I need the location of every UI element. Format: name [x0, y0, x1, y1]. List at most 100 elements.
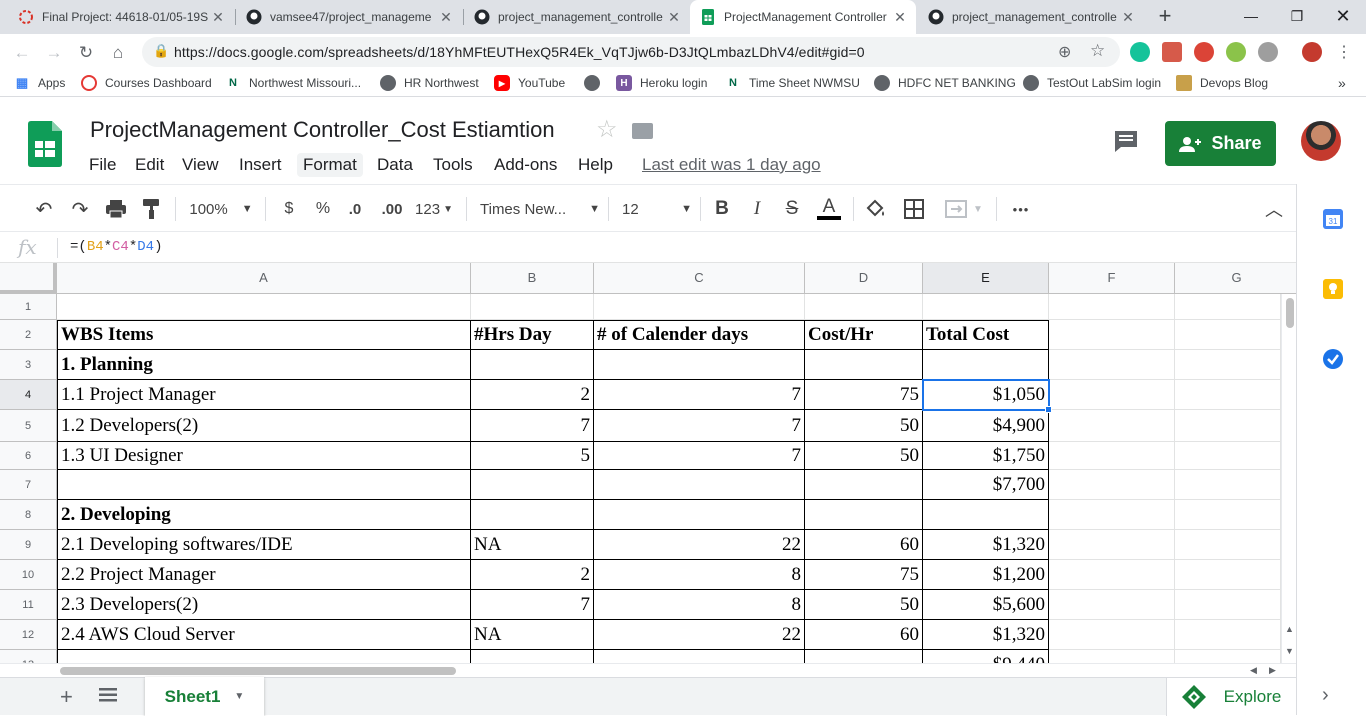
column-header-b[interactable]: B: [471, 263, 594, 293]
chevron-up-icon[interactable]: ︿: [1262, 197, 1286, 221]
cell-d10[interactable]: 75: [805, 560, 923, 590]
select-all-corner[interactable]: [0, 263, 57, 294]
cell-b12[interactable]: NA: [471, 620, 594, 650]
row-header[interactable]: 4: [0, 380, 57, 410]
back-arrow-icon[interactable]: ←: [8, 39, 36, 67]
cell-b2[interactable]: #Hrs Day: [471, 320, 594, 350]
cell-d7[interactable]: [805, 470, 923, 500]
cell-a9[interactable]: 2.1 Developing softwares/IDE: [57, 530, 471, 560]
explore-button[interactable]: Explore: [1166, 678, 1296, 716]
scroll-left-arrow-icon[interactable]: ◀: [1250, 665, 1257, 676]
row-header[interactable]: 2: [0, 320, 57, 350]
comment-icon[interactable]: [1113, 129, 1139, 152]
cell-d12[interactable]: 60: [805, 620, 923, 650]
bookmark-testout[interactable]: TestOut LabSim login: [1023, 75, 1161, 91]
cell-a7[interactable]: [57, 470, 471, 500]
cell-a1[interactable]: [57, 294, 471, 320]
close-tab-icon[interactable]: ✕: [664, 9, 684, 26]
increase-decimal-button[interactable]: .00: [378, 197, 406, 221]
cell-a12[interactable]: 2.4 AWS Cloud Server: [57, 620, 471, 650]
close-tab-icon[interactable]: ✕: [208, 9, 228, 26]
scroll-down-arrow-icon[interactable]: ▼: [1285, 646, 1294, 656]
cell-e6[interactable]: $1,750: [923, 442, 1049, 470]
close-window-button[interactable]: ✕: [1320, 0, 1366, 32]
bold-button[interactable]: B: [711, 197, 733, 221]
undo-icon[interactable]: ↶: [32, 197, 56, 221]
cell-f4[interactable]: [1049, 380, 1175, 410]
cell-d1[interactable]: [805, 294, 923, 320]
bookmark-star-icon[interactable]: ☆: [1090, 41, 1105, 61]
last-edit-link[interactable]: Last edit was 1 day ago: [642, 155, 821, 175]
cell-b11[interactable]: 7: [471, 590, 594, 620]
menu-format[interactable]: Format: [297, 153, 363, 177]
cell-f3[interactable]: [1049, 350, 1175, 380]
home-icon[interactable]: ⌂: [104, 39, 132, 67]
browser-tab-github-controller[interactable]: project_management_controlle ✕: [464, 0, 690, 34]
bookmark-northwest-missouri[interactable]: N Northwest Missouri...: [225, 75, 361, 91]
fill-handle[interactable]: [1045, 406, 1052, 413]
row-header[interactable]: 1: [0, 294, 57, 320]
cell-b4[interactable]: 2: [471, 380, 594, 410]
cell-g5[interactable]: [1175, 410, 1281, 442]
cell-e8[interactable]: [923, 500, 1049, 530]
column-header-e[interactable]: E: [923, 263, 1049, 293]
menu-edit[interactable]: Edit: [129, 153, 170, 177]
cell-g1[interactable]: [1175, 294, 1281, 320]
menu-data[interactable]: Data: [371, 153, 419, 177]
spreadsheet-grid[interactable]: A B C D E F G 1 2 WBS Items #Hrs Day # of Ca…: [0, 263, 1296, 663]
cell-b9[interactable]: NA: [471, 530, 594, 560]
forward-arrow-icon[interactable]: →: [40, 39, 68, 67]
cell-f7[interactable]: [1049, 470, 1175, 500]
column-header-g[interactable]: G: [1175, 263, 1296, 293]
cell-c13[interactable]: [594, 650, 805, 663]
cell-e9[interactable]: $1,320: [923, 530, 1049, 560]
cell-e13[interactable]: $9,440: [923, 650, 1049, 663]
keep-icon[interactable]: [1323, 279, 1343, 299]
borders-icon[interactable]: [902, 197, 926, 221]
cell-g12[interactable]: [1175, 620, 1281, 650]
close-tab-icon[interactable]: ✕: [436, 9, 456, 26]
row-header[interactable]: 11: [0, 590, 57, 620]
cell-d2[interactable]: Cost/Hr: [805, 320, 923, 350]
cell-d6[interactable]: 50: [805, 442, 923, 470]
menu-tools[interactable]: Tools: [427, 153, 479, 177]
cell-b3[interactable]: [471, 350, 594, 380]
more-formats-button[interactable]: 123 ▼: [412, 197, 456, 221]
cell-e3[interactable]: [923, 350, 1049, 380]
vertical-scrollbar[interactable]: ▲ ▼: [1281, 294, 1296, 663]
cell-d9[interactable]: 60: [805, 530, 923, 560]
menu-help[interactable]: Help: [572, 153, 619, 177]
cell-e2[interactable]: Total Cost: [923, 320, 1049, 350]
bookmark-globe[interactable]: [584, 75, 600, 91]
scroll-right-arrow-icon[interactable]: ▶: [1269, 665, 1276, 676]
cell-c6[interactable]: 7: [594, 442, 805, 470]
column-header-d[interactable]: D: [805, 263, 923, 293]
column-header-a[interactable]: A: [57, 263, 471, 293]
bookmark-time-sheet[interactable]: N Time Sheet NWMSU: [725, 75, 860, 91]
cell-a5[interactable]: 1.2 Developers(2): [57, 410, 471, 442]
cell-c4[interactable]: 7: [594, 380, 805, 410]
close-tab-icon[interactable]: ✕: [890, 9, 910, 26]
cell-d3[interactable]: [805, 350, 923, 380]
cell-c3[interactable]: [594, 350, 805, 380]
avatar[interactable]: [1301, 121, 1341, 161]
reload-icon[interactable]: ↻: [72, 39, 100, 67]
strikethrough-button[interactable]: S: [781, 197, 803, 221]
row-header[interactable]: 7: [0, 470, 57, 500]
menu-file[interactable]: File: [83, 153, 122, 177]
cell-d8[interactable]: [805, 500, 923, 530]
cell-b13[interactable]: [471, 650, 594, 663]
pdf-extension-icon[interactable]: [1162, 42, 1182, 62]
cell-a6[interactable]: 1.3 UI Designer: [57, 442, 471, 470]
cell-c9[interactable]: 22: [594, 530, 805, 560]
cell-c11[interactable]: 8: [594, 590, 805, 620]
cell-b1[interactable]: [471, 294, 594, 320]
cell-b10[interactable]: 2: [471, 560, 594, 590]
percent-format-button[interactable]: %: [312, 197, 334, 221]
cell-d4[interactable]: 75: [805, 380, 923, 410]
tasks-icon[interactable]: [1323, 349, 1343, 369]
cell-a10[interactable]: 2.2 Project Manager: [57, 560, 471, 590]
address-bar[interactable]: 🔒 https://docs.google.com/spreadsheets/d…: [142, 37, 1120, 67]
browser-tab-final-project[interactable]: Final Project: 44618-01/05-19S ✕: [8, 0, 234, 34]
cell-d11[interactable]: 50: [805, 590, 923, 620]
